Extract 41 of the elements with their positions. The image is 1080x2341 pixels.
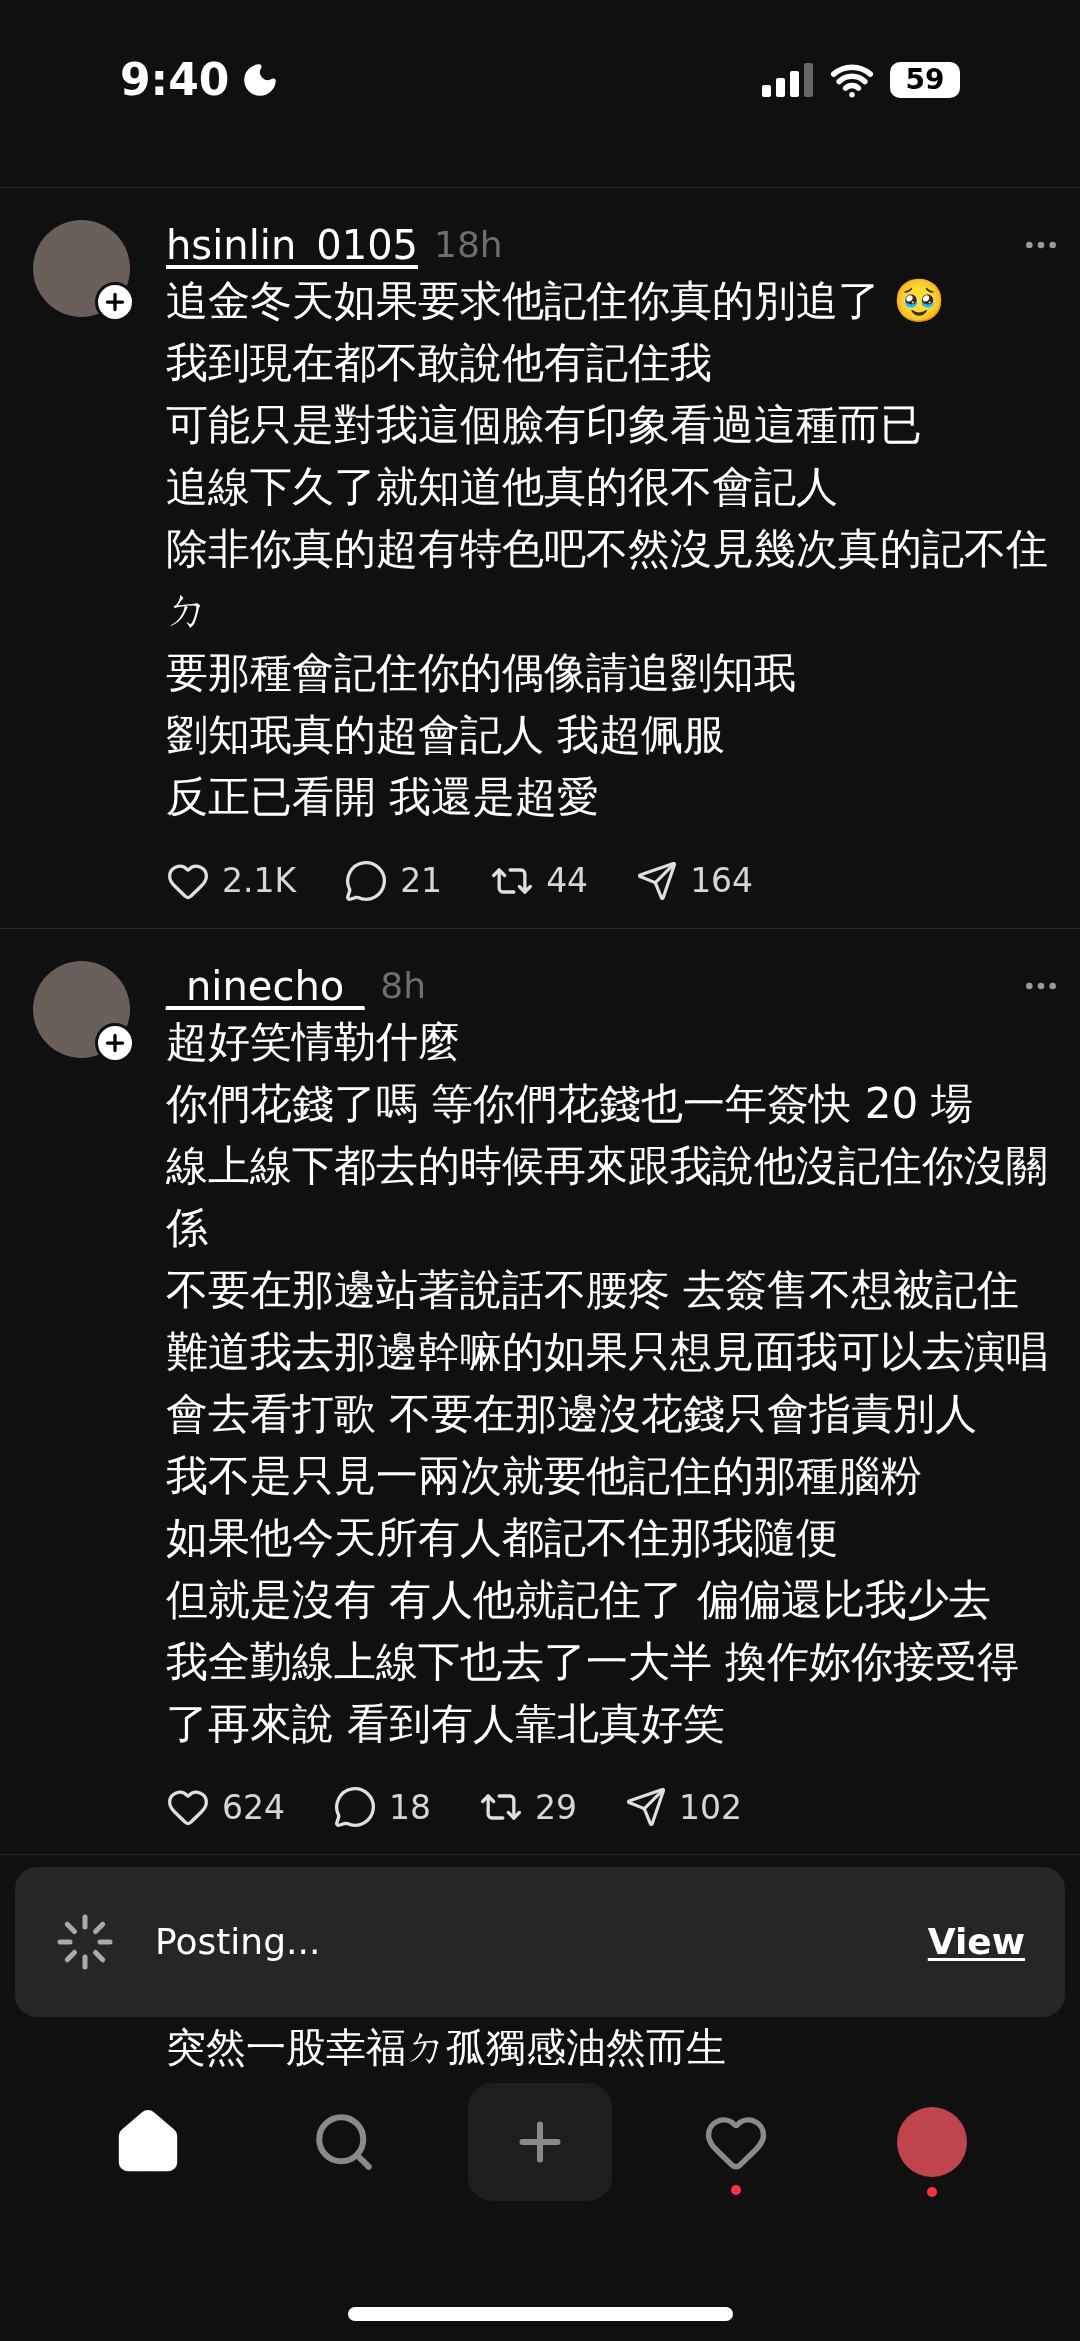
- post-text: 線上線下都去的時候再來跟我說他沒記住你沒關係: [166, 1139, 1049, 1254]
- username[interactable]: hsinlin_0105: [166, 215, 419, 275]
- send-icon[interactable]: [636, 859, 679, 902]
- toast-text: Posting...: [155, 1920, 321, 1964]
- signal-icon: [762, 63, 814, 97]
- post-text: 追線下久了就知道他真的很不會記人: [166, 461, 839, 513]
- view-link[interactable]: View: [927, 1915, 1025, 1969]
- like-count: 624: [222, 1786, 285, 1829]
- send-icon[interactable]: [625, 1786, 667, 1829]
- post-text: 我到現在都不敢說他有記住我: [166, 337, 713, 389]
- post-text: 難道我去那邊幹嘛的如果只想見面我可以去演唱會去看打歌 不要在那邊沒花錢只會指責別人: [166, 1325, 1049, 1440]
- repost-count: 44: [546, 860, 589, 902]
- like-count: 2.1K: [222, 860, 297, 902]
- post-text: 你們花錢了嗎 等你們花錢也一年簽快 20 場: [166, 1077, 975, 1130]
- post-text: 除非你真的超有特色吧不然沒見幾次真的記不住ㄉ: [166, 523, 1049, 637]
- post-text: 不要在那邊站著說話不腰疼 去簽售不想被記住: [166, 1263, 1021, 1316]
- post-text: 超好笑情勒什麼: [166, 1015, 461, 1068]
- comment-icon[interactable]: [333, 1785, 377, 1830]
- clock: 9:40: [120, 53, 230, 107]
- post-text: 要那種會記住你的偶像請追劉知珉: [166, 647, 797, 699]
- comment-icon[interactable]: [344, 858, 389, 903]
- repost-count: 29: [535, 1786, 577, 1829]
- post-text: 追金冬天如果要求他記住你真的別追了 🥹: [166, 275, 947, 327]
- post-text: 反正已看開 我還是超愛: [166, 771, 601, 823]
- reply-count: 18: [389, 1786, 431, 1829]
- reply-count: 21: [400, 860, 443, 902]
- post-time: 8h: [380, 963, 426, 1008]
- post-text: 我全勤線上線下也去了一大半 換作妳你接受得了再來說 看到有人靠北真好笑: [166, 1635, 1021, 1750]
- create-button[interactable]: [468, 2083, 612, 2201]
- post-text: 如果他今天所有人都記不住那我隨便: [166, 1511, 839, 1564]
- battery-indicator: 59: [890, 62, 960, 98]
- post-text: 可能只是對我這個臉有印象看過這種而已: [166, 399, 923, 451]
- post-text: 我不是只見一兩次就要他記住的那種腦粉: [166, 1449, 923, 1502]
- post-text: 但就是沒有 有人他就記住了 偏偏還比我少去: [166, 1573, 992, 1626]
- share-count: 164: [690, 860, 754, 902]
- loading-spinner-icon: [55, 1912, 115, 1972]
- post-time: 18h: [434, 223, 503, 267]
- username[interactable]: _ninecho_: [166, 955, 365, 1016]
- share-count: 102: [679, 1786, 742, 1829]
- post-text: 突然一股幸福ㄉ孤獨感油然而生: [166, 2023, 726, 2072]
- post-text: 劉知珉真的超會記人 我超佩服: [166, 709, 727, 761]
